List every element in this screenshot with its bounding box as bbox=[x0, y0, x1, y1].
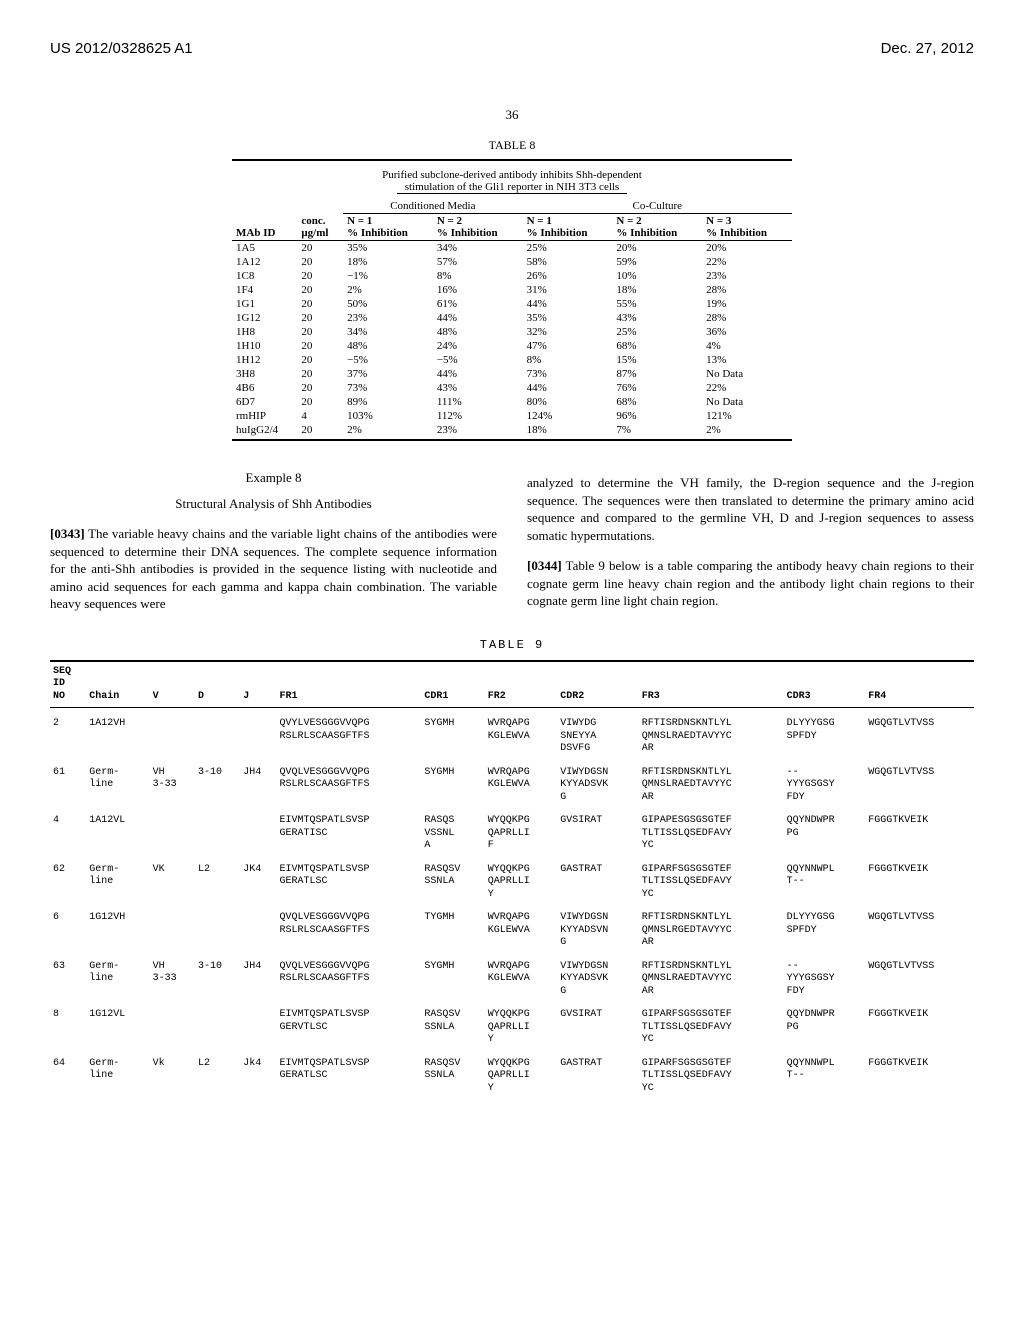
table-row: 1H1220−5%−5%8%15%13% bbox=[232, 353, 792, 367]
table-8-label: TABLE 8 bbox=[232, 138, 792, 153]
table-row: 3H82037%44%73%87%No Data bbox=[232, 367, 792, 381]
table-row: huIgG2/4202%23%18%7%2% bbox=[232, 423, 792, 437]
example-number: Example 8 bbox=[50, 469, 497, 487]
group-header-conditioned-media: Conditioned Media bbox=[343, 199, 523, 214]
table-row: 1A122018%57%58%59%22% bbox=[232, 255, 792, 269]
right-column: analyzed to determine the VH family, the… bbox=[527, 461, 974, 626]
col-cc-n1: N = 1% Inhibition bbox=[523, 214, 613, 241]
t9-col-fr1: FR1 bbox=[276, 661, 421, 708]
col-mab-id: MAb ID bbox=[232, 214, 297, 241]
table-row: 1H102048%24%47%68%4% bbox=[232, 339, 792, 353]
table-row: 61G12VHQVQLVESGGGVVQPG RSLRLSCAASGFTFSTY… bbox=[50, 902, 974, 951]
col-cm-n1: N = 1% Inhibition bbox=[343, 214, 433, 241]
t9-col-fr3: FR3 bbox=[639, 661, 784, 708]
col-cc-n3: N = 3% Inhibition bbox=[702, 214, 792, 241]
table-row: 1G12050%61%44%55%19% bbox=[232, 297, 792, 311]
table-row: rmHIP4103%112%124%96%121% bbox=[232, 409, 792, 423]
table-8: TABLE 8 Purified subclone-derived antibo… bbox=[232, 138, 792, 441]
table-8-caption-line2: stimulation of the Gli1 reporter in NIH … bbox=[397, 181, 627, 194]
table-row: 1F4202%16%31%18%28% bbox=[232, 283, 792, 297]
publication-date: Dec. 27, 2012 bbox=[881, 40, 974, 57]
left-column: Example 8 Structural Analysis of Shh Ant… bbox=[50, 461, 497, 626]
paragraph-0344: [0344] Table 9 below is a table comparin… bbox=[527, 557, 974, 610]
paragraph-0343: [0343] The variable heavy chains and the… bbox=[50, 525, 497, 613]
page-number: 36 bbox=[50, 107, 974, 123]
t9-col-d: D bbox=[195, 661, 240, 708]
table-row: 1C820−1%8%26%10%23% bbox=[232, 269, 792, 283]
table-row: 81G12VLEIVMTQSPATLSVSP GERVTLSCRASQSV SS… bbox=[50, 999, 974, 1048]
table-9: SEQ ID NO Chain V D J FR1 CDR1 FR2 CDR2 … bbox=[50, 660, 974, 1097]
t9-col-v: V bbox=[150, 661, 195, 708]
table-row: 1H82034%48%32%25%36% bbox=[232, 325, 792, 339]
table-row: 1G122023%44%35%43%28% bbox=[232, 311, 792, 325]
t9-col-j: J bbox=[240, 661, 276, 708]
table-9-label: TABLE 9 bbox=[50, 638, 974, 652]
table-row: 61Germ- lineVH 3-333-10JH4QVQLVESGGGVVQP… bbox=[50, 757, 974, 806]
table-row: 6D72089%111%80%68%No Data bbox=[232, 395, 792, 409]
table-row: 41A12VLEIVMTQSPATLSVSP GERATISCRASQS VSS… bbox=[50, 805, 974, 854]
table-row: 62Germ- lineVKL2JK4EIVMTQSPATLSVSP GERAT… bbox=[50, 854, 974, 903]
table-row: 64Germ- lineVkL2Jk4EIVMTQSPATLSVSP GERAT… bbox=[50, 1048, 974, 1097]
table-8-caption-line1: Purified subclone-derived antibody inhib… bbox=[382, 169, 642, 181]
table-row: 63Germ- lineVH 3-333-10JH4QVQLVESGGGVVQP… bbox=[50, 951, 974, 1000]
col-cc-n2: N = 2% Inhibition bbox=[612, 214, 702, 241]
col-cm-n2: N = 2% Inhibition bbox=[433, 214, 523, 241]
group-header-co-culture: Co-Culture bbox=[523, 199, 792, 214]
t9-col-seq: SEQ ID NO bbox=[50, 661, 86, 708]
t9-col-fr2: FR2 bbox=[485, 661, 557, 708]
table-row: 4B62073%43%44%76%22% bbox=[232, 381, 792, 395]
t9-col-fr4: FR4 bbox=[865, 661, 974, 708]
table-row: 1A52035%34%25%20%20% bbox=[232, 241, 792, 256]
example-title: Structural Analysis of Shh Antibodies bbox=[50, 495, 497, 513]
col-conc: conc.μg/ml bbox=[297, 214, 343, 241]
t9-col-cdr3: CDR3 bbox=[784, 661, 866, 708]
table-row: 21A12VHQVYLVESGGGVVQPG RSLRLSCAASGFTFSSY… bbox=[50, 708, 974, 757]
t9-col-cdr2: CDR2 bbox=[557, 661, 639, 708]
paragraph-continuation: analyzed to determine the VH family, the… bbox=[527, 474, 974, 544]
t9-col-cdr1: CDR1 bbox=[421, 661, 484, 708]
publication-number: US 2012/0328625 A1 bbox=[50, 40, 193, 57]
t9-col-chain: Chain bbox=[86, 661, 149, 708]
